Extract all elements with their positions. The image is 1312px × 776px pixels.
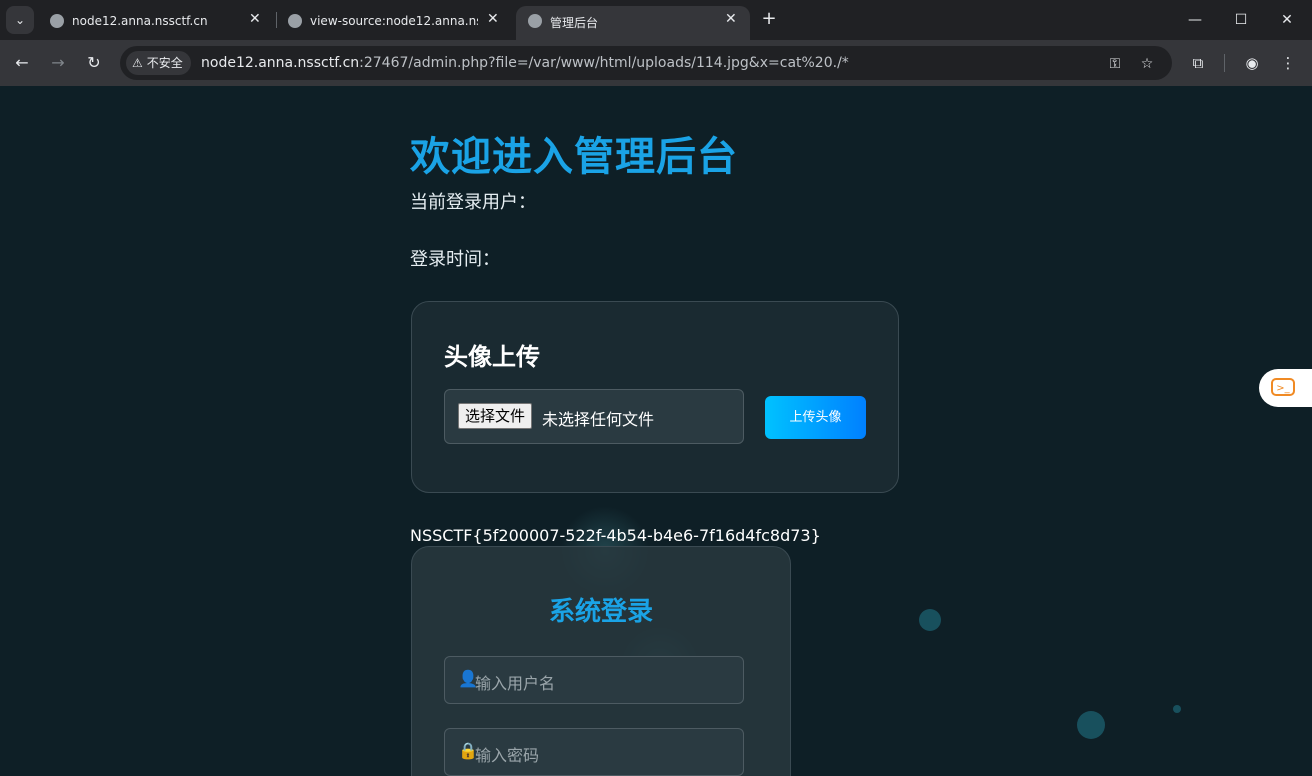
- user-icon: 👤: [458, 669, 478, 688]
- toolbar-separator: [1224, 54, 1225, 72]
- tab-title: node12.anna.nssctf.cn: [72, 14, 208, 28]
- password-placeholder: 输入密码: [475, 746, 540, 765]
- username-input[interactable]: 👤 输入用户名: [444, 656, 744, 704]
- login-title: 系统登录: [548, 597, 653, 627]
- key-icon[interactable]: ⚿: [1105, 54, 1125, 74]
- background-bubble: [1173, 705, 1181, 713]
- globe-icon: [528, 14, 542, 28]
- arrow-right-icon: →: [51, 53, 65, 72]
- upload-avatar-button[interactable]: 上传头像: [765, 396, 866, 439]
- star-icon[interactable]: ☆: [1137, 54, 1157, 74]
- login-card: 系统登录 👤 输入用户名 🔒 输入密码: [411, 546, 791, 776]
- forward-button[interactable]: →: [46, 51, 70, 75]
- side-floating-widget[interactable]: >_: [1259, 369, 1312, 407]
- tab-title: 管理后台: [550, 16, 599, 30]
- reload-button[interactable]: ↻: [82, 51, 106, 75]
- menu-icon[interactable]: ⋮: [1276, 51, 1300, 75]
- password-input[interactable]: 🔒 输入密码: [444, 728, 744, 776]
- page-content: 欢迎进入管理后台 当前登录用户： 登录时间： 头像上传 选择文件 未选择任何文件…: [0, 86, 1312, 776]
- security-indicator[interactable]: ⚠ 不安全: [126, 51, 191, 75]
- close-tab-icon[interactable]: ✕: [249, 11, 261, 27]
- close-tab-icon[interactable]: ✕: [487, 11, 499, 27]
- flag-text: NSSCTF{5f200007-522f-4b54-b4e6-7f16d4fc8…: [410, 526, 821, 545]
- file-input[interactable]: 选择文件 未选择任何文件: [444, 389, 744, 444]
- url-text[interactable]: node12.anna.nssctf.cn:27467/admin.php?fi…: [201, 55, 849, 71]
- lock-icon: 🔒: [458, 741, 478, 760]
- choose-file-button[interactable]: 选择文件: [458, 403, 533, 429]
- page-title: 欢迎进入管理后台: [410, 134, 738, 180]
- maximize-button[interactable]: ☐: [1218, 0, 1264, 40]
- terminal-icon: >_: [1271, 378, 1295, 396]
- username-placeholder: 输入用户名: [475, 674, 556, 693]
- extensions-icon[interactable]: ⧉: [1186, 51, 1210, 75]
- close-window-button[interactable]: ✕: [1264, 0, 1310, 40]
- security-label: 不安全: [146, 56, 183, 70]
- current-user-label: 当前登录用户：: [410, 192, 536, 213]
- background-bubble: [1077, 711, 1105, 739]
- profile-icon[interactable]: ◉: [1240, 51, 1264, 75]
- new-tab-button[interactable]: +: [758, 8, 780, 30]
- globe-icon: [288, 14, 302, 28]
- close-tab-icon[interactable]: ✕: [725, 11, 737, 27]
- browser-window: ⌄ node12.anna.nssctf.cn ✕ view-source:no…: [0, 0, 1312, 776]
- tab-strip: ⌄ node12.anna.nssctf.cn ✕ view-source:no…: [0, 0, 1312, 40]
- avatar-upload-title: 头像上传: [444, 343, 540, 371]
- back-button[interactable]: ←: [10, 51, 34, 75]
- url-host: node12.anna.nssctf.cn: [201, 55, 360, 71]
- file-status-text: 未选择任何文件: [542, 410, 655, 429]
- tab-title: view-source:node12.anna.nssctf.cn: [310, 14, 478, 28]
- tab-search-button[interactable]: ⌄: [6, 6, 34, 34]
- browser-toolbar: ← → ↻ ⚠ 不安全 node12.anna.nssctf.cn:27467/a…: [0, 40, 1312, 86]
- minimize-button[interactable]: —: [1172, 0, 1218, 40]
- reload-icon: ↻: [87, 53, 101, 72]
- login-time-label: 登录时间：: [410, 249, 500, 270]
- background-bubble: [919, 609, 941, 631]
- warning-icon: ⚠: [132, 56, 143, 70]
- tab-3-active[interactable]: 管理后台 ✕: [516, 6, 750, 40]
- globe-icon: [50, 14, 64, 28]
- chevron-down-icon: ⌄: [14, 13, 26, 27]
- arrow-left-icon: ←: [15, 53, 29, 72]
- tab-2[interactable]: view-source:node12.anna.nssctf.cn ✕: [276, 6, 512, 40]
- address-bar[interactable]: ⚠ 不安全 node12.anna.nssctf.cn:27467/admin.p…: [120, 46, 1172, 80]
- url-path: :27467/admin.php?file=/var/www/html/uplo…: [359, 55, 849, 71]
- tab-1[interactable]: node12.anna.nssctf.cn ✕: [38, 6, 274, 40]
- avatar-upload-card: 头像上传 选择文件 未选择任何文件 上传头像: [411, 301, 899, 493]
